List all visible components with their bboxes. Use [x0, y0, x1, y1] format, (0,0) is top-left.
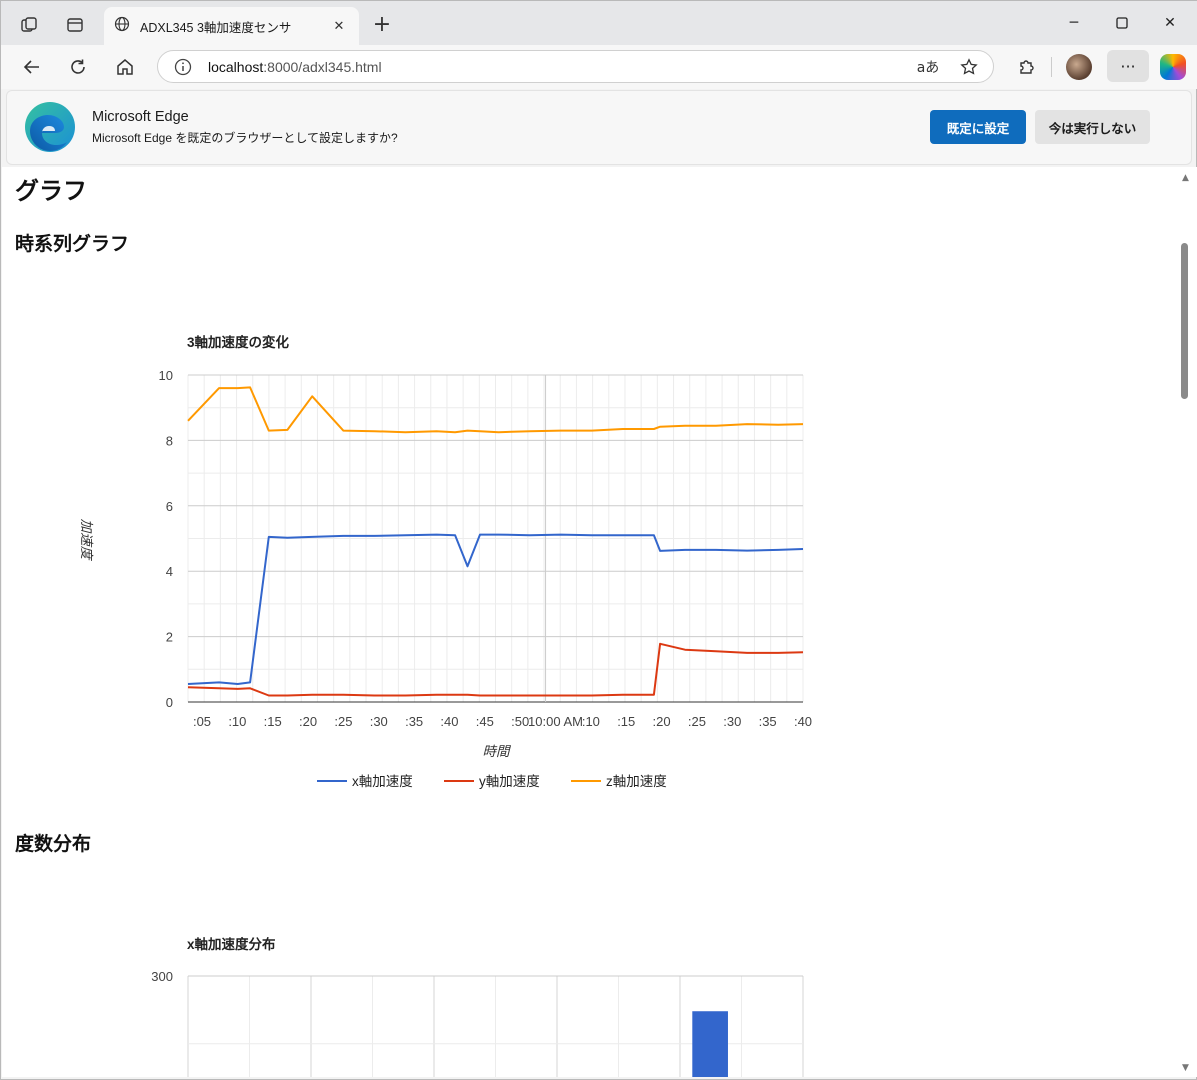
- new-tab-icon[interactable]: +: [369, 11, 395, 37]
- home-icon[interactable]: [110, 53, 140, 81]
- infobar-title: Microsoft Edge: [92, 109, 189, 125]
- x-tick-label: :35: [405, 714, 423, 729]
- x-tick-label: :50: [511, 714, 529, 729]
- more-menu-icon[interactable]: ···: [1107, 50, 1149, 82]
- extensions-icon[interactable]: [1011, 53, 1041, 81]
- x-tick-label: 10:00 AM: [528, 714, 583, 729]
- back-icon[interactable]: [17, 53, 47, 81]
- timeseries-chart: 3軸加速度の変化 0 2 4 6 8 10 :05 :10 :15 :20 :25 :30 :35 :40:…: [79, 334, 812, 789]
- y-tick-label: 300: [151, 969, 173, 984]
- x-tick-label: :35: [759, 714, 777, 729]
- tab-strip: ADXL345 3軸加速度センサ ✕ + ─ ✕: [1, 1, 1197, 45]
- legend-label: y軸加速度: [479, 774, 540, 789]
- close-window-icon[interactable]: ✕: [1147, 9, 1193, 37]
- workspaces-icon[interactable]: [15, 11, 43, 39]
- x-tick-label: :30: [370, 714, 388, 729]
- y-tick-label: 8: [166, 433, 173, 448]
- y-axis-label: 加速度: [79, 519, 94, 562]
- histogram-chart: x軸加速度分布250300: [151, 936, 804, 1077]
- scroll-up-icon[interactable]: ▲: [1182, 173, 1189, 183]
- scrollbar-thumb[interactable]: [1181, 243, 1188, 399]
- chart-title: x軸加速度分布: [187, 936, 276, 952]
- info-icon[interactable]: [172, 56, 194, 78]
- histogram-bar: [692, 1011, 728, 1077]
- infobar-message: Microsoft Edge を既定のブラウザーとして設定しますか?: [92, 131, 398, 145]
- x-tick-label: :25: [334, 714, 352, 729]
- x-tick-label: :20: [299, 714, 317, 729]
- favorite-star-icon[interactable]: [956, 56, 982, 78]
- x-tick-label: :45: [476, 714, 494, 729]
- x-tick-label: :05: [193, 714, 211, 729]
- set-default-button[interactable]: 既定に設定: [930, 110, 1026, 144]
- y-tick-label: 10: [159, 368, 173, 383]
- x-tick-label: :25: [688, 714, 706, 729]
- x-tick-label: :20: [653, 714, 671, 729]
- vertical-tabs-icon[interactable]: [61, 11, 89, 39]
- chart-title: 3軸加速度の変化: [187, 334, 290, 350]
- address-bar[interactable]: localhost:8000/adxl345.html aあ: [157, 50, 994, 83]
- x-tick-label: :10: [582, 714, 600, 729]
- legend-label: x軸加速度: [352, 774, 413, 789]
- browser-window: ADXL345 3軸加速度センサ ✕ + ─ ✕ localhost:8000/…: [0, 0, 1197, 1080]
- vertical-scrollbar[interactable]: ▲ ▼: [1177, 167, 1197, 1077]
- default-browser-infobar: Microsoft Edge Microsoft Edge を既定のブラウザーと…: [6, 90, 1192, 165]
- globe-icon: [114, 16, 130, 36]
- translate-icon[interactable]: aあ: [915, 56, 941, 78]
- x-axis-label: 時間: [483, 744, 512, 759]
- not-now-button[interactable]: 今は実行しない: [1035, 110, 1150, 144]
- x-tick-label: :40: [440, 714, 458, 729]
- close-tab-icon[interactable]: ✕: [329, 19, 349, 34]
- copilot-icon[interactable]: [1160, 54, 1186, 80]
- toolbar-divider: [1051, 57, 1052, 77]
- x-tick-label: :15: [617, 714, 635, 729]
- profile-avatar[interactable]: [1066, 54, 1092, 80]
- y-tick-label: 4: [166, 564, 173, 579]
- refresh-icon[interactable]: [63, 53, 93, 81]
- x-tick-label: :15: [264, 714, 282, 729]
- page-content: グラフ 時系列グラフ 3軸加速度の変化 0 2 4 6 8 10:05:10:15:20:2…: [2, 167, 1177, 1077]
- tab-title: ADXL345 3軸加速度センサ: [140, 20, 292, 35]
- maximize-icon[interactable]: [1099, 9, 1145, 37]
- edge-logo-icon: [25, 102, 75, 152]
- x-tick-label: :30: [723, 714, 741, 729]
- y-tick-label: 2: [166, 630, 173, 645]
- scroll-down-icon[interactable]: ▼: [1182, 1063, 1189, 1073]
- minimize-icon[interactable]: ─: [1051, 9, 1097, 37]
- x-tick-label: :10: [228, 714, 246, 729]
- tab-active[interactable]: ADXL345 3軸加速度センサ ✕: [104, 7, 359, 45]
- y-tick-label: 0: [166, 695, 173, 710]
- x-tick-label: :40: [794, 714, 812, 729]
- y-tick-label: 6: [166, 499, 173, 514]
- url-text: localhost:8000/adxl345.html: [208, 58, 382, 75]
- nav-bar: localhost:8000/adxl345.html aあ ···: [1, 45, 1197, 89]
- legend-label: z軸加速度: [606, 774, 667, 789]
